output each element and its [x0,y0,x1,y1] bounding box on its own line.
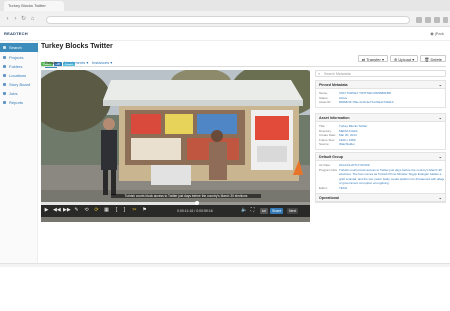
app-header: READTECH ◉ jPark [0,27,450,41]
timecode-display: 0:00:11:16 / 0:00:59:16 [177,209,213,213]
sidebar-item-story-board[interactable]: Story Board [0,80,38,89]
location-icon [3,74,6,77]
home-icon[interactable]: ⌂ [29,16,36,23]
play-icon[interactable]: ▶ [43,207,50,214]
user-name: jPark [434,31,444,36]
quality-tag[interactable]: sd [260,208,268,214]
metadata-search-input[interactable]: ⌕ Search Metadata [315,70,446,77]
storyboard-icon [3,83,6,86]
volume-icon[interactable]: 🔈 [241,207,248,214]
search-icon [3,46,6,49]
forward-icon[interactable]: › [12,16,19,23]
projects-icon [3,56,6,59]
section-asset-information: Asset Information ⌄ Title: Turkey Blocks T… [315,113,446,150]
extension-icon[interactable] [434,17,440,23]
sync-icon[interactable]: ⟳ [93,207,100,214]
user-menu[interactable]: ◉ jPark [430,30,444,38]
jobs-icon [3,92,6,95]
sidebar-item-search[interactable]: Search [0,43,38,52]
logo[interactable]: READTECH [4,29,30,39]
video-player[interactable]: Turkish courts block access to Twitter j… [41,70,310,222]
tab-details[interactable]: Details [45,59,58,68]
chevron-down-icon[interactable]: ⌄ [439,153,442,161]
sidebar-item-folders[interactable]: Folders [0,62,38,71]
bookmark-icon[interactable]: ⚑ [141,207,148,214]
asset-actions: ⇄ Transfer ▾ ⊕ Upload ▾ 🗑 Delete [356,48,446,62]
section-pinned-metadata: Pinned Metadata ⌄ Name: CNN TURKEY TWITTER… [315,80,446,108]
search-icon: ⌕ [318,71,321,76]
section-header[interactable]: Asset Information ⌄ [316,114,445,122]
tab-instances[interactable]: Instances ▾ [92,59,112,67]
sidebar: Search Projects Folders Locations Story … [0,41,38,263]
browser-tab[interactable]: Turkey Blocks Twitter [4,1,64,11]
status-badges: Video HD Clean [41,52,76,67]
video-frame [41,70,310,222]
back-icon[interactable]: ‹ [4,16,11,23]
metadata-panel: ⌕ Search Metadata Pinned Metadata ⌄ Name:… [315,70,446,260]
browser-nav-row: ‹ › ↻ ⌂ [0,14,450,26]
sidebar-item-projects[interactable]: Projects [0,53,38,62]
share-tag[interactable]: Share [270,208,284,214]
chevron-down-icon[interactable]: ⌄ [439,114,442,122]
browser-chrome: Turkey Blocks Twitter ‹ › ↻ ⌂ [0,0,450,27]
page-title: Turkey Blocks Twitter [41,43,113,50]
in-point-icon[interactable]: [ [113,207,120,214]
clip-icon[interactable]: ✂ [131,207,138,214]
fullscreen-icon[interactable]: ⛶ [249,207,256,214]
reload-icon[interactable]: ↻ [20,16,27,23]
metadata-row: Source: Watchfolder [319,142,355,147]
chevron-down-icon[interactable]: ⌄ [439,194,442,202]
folder-icon [3,65,6,68]
section-header[interactable]: Pinned Metadata ⌄ [316,81,445,89]
out-point-icon[interactable]: ] [121,207,128,214]
next-tag[interactable]: Next [287,208,299,214]
asset-tabs: Details Attachments ▾ Instances ▾ [41,59,446,68]
reports-icon [3,101,6,104]
video-controls: ▶ ◀◀ ▶▶ ✎ ⟲ ⟳ ▦ [ ] ✂ ⚑ 0:00:11:16 / 0:0… [41,205,310,217]
metadata-row: Asset ID: 8d9b8c4f-7f9e-4c16-9e7b-bf3a4c7… [319,100,394,105]
extension-icon[interactable] [425,17,431,23]
extension-icon[interactable] [416,17,422,23]
horizontal-scrollbar[interactable] [0,263,450,267]
marker-icon[interactable]: ✎ [73,207,80,214]
subtitle-caption: Turkish courts block access to Twitter j… [111,194,261,198]
section-header[interactable]: Operational ⌄ [316,194,445,202]
section-operational: Operational ⌄ [315,193,446,203]
sidebar-item-locations[interactable]: Locations [0,71,38,80]
sidebar-item-jobs[interactable]: Jobs [0,89,38,98]
grid-icon[interactable]: ▦ [103,207,110,214]
browser-tabstrip: Turkey Blocks Twitter [0,0,450,11]
menu-icon[interactable] [443,17,448,23]
chevron-down-icon[interactable]: ⌄ [439,81,442,89]
sidebar-item-reports[interactable]: Reports [0,98,38,107]
rewind-icon[interactable]: ⟲ [83,207,90,214]
section-header[interactable]: Default Group ⌄ [316,153,445,161]
step-back-icon[interactable]: ◀◀ [53,207,61,214]
address-bar[interactable] [46,16,410,24]
metadata-row: Editor: TECH [319,185,348,190]
tab-attachments[interactable]: Attachments ▾ [63,59,88,67]
section-default-group: Default Group ⌄ Air Date: 2014-03-20T17:00… [315,152,446,194]
step-forward-icon[interactable]: ▶▶ [63,207,71,214]
